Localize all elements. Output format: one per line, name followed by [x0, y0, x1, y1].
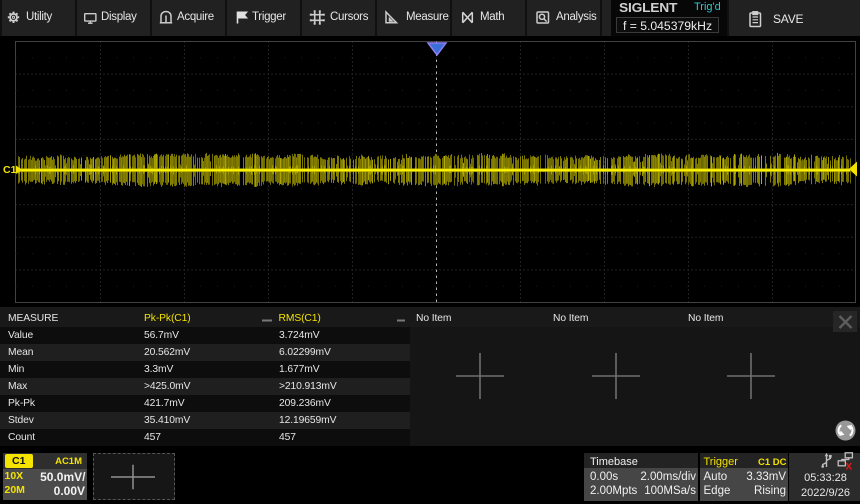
svg-text:x: x — [846, 459, 853, 473]
svg-text:C1: C1 — [3, 164, 17, 176]
